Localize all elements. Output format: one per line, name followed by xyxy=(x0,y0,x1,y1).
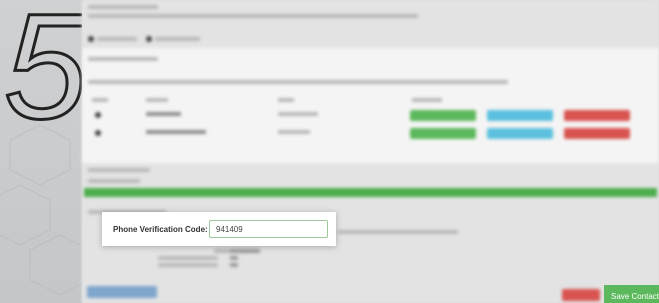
radio-option[interactable] xyxy=(146,36,152,42)
merge-button[interactable] xyxy=(410,128,476,139)
hexagon-pattern-icon xyxy=(0,124,82,296)
view-button[interactable] xyxy=(487,110,553,121)
svg-text:5: 5 xyxy=(4,0,82,130)
phone-verification-card: Phone Verification Code: xyxy=(102,212,336,246)
row-select-radio[interactable] xyxy=(95,112,101,118)
progress-bar xyxy=(84,188,657,197)
duplicate-panel xyxy=(82,48,659,163)
phone-verification-label: Phone Verification Code: xyxy=(113,225,208,234)
merge-button[interactable] xyxy=(410,110,476,121)
back-button[interactable] xyxy=(87,286,157,298)
radio-option[interactable] xyxy=(88,36,94,42)
background-form xyxy=(82,0,659,303)
wizard-sidebar: 5 xyxy=(0,0,82,303)
step-number: 5 xyxy=(3,0,83,130)
save-contact-button[interactable]: Save Contact xyxy=(604,285,659,303)
delete-button[interactable] xyxy=(564,110,630,121)
phone-verification-input[interactable] xyxy=(209,220,328,238)
delete-button[interactable] xyxy=(564,128,630,139)
cancel-button[interactable] xyxy=(562,289,600,301)
view-button[interactable] xyxy=(487,128,553,139)
row-select-radio[interactable] xyxy=(95,130,101,136)
